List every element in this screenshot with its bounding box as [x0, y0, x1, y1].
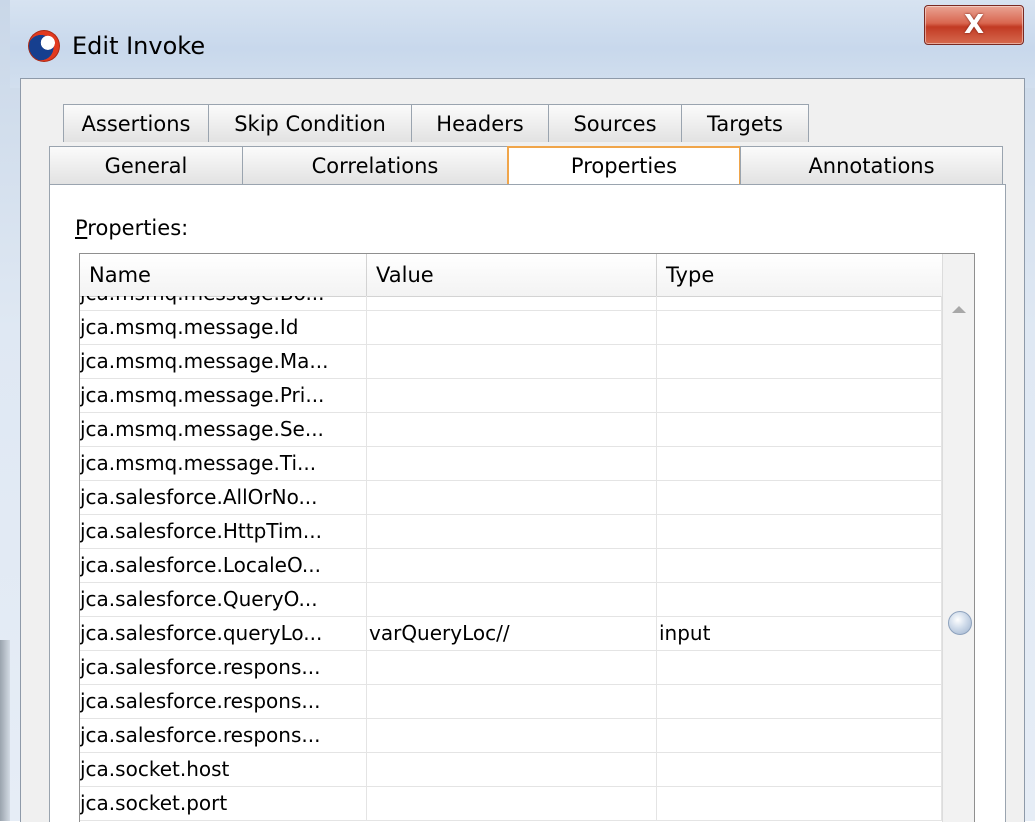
column-header-name[interactable]: Name [80, 254, 367, 296]
close-button[interactable]: X [924, 5, 1024, 45]
cell-name: jca.socket.port [80, 787, 367, 820]
table-row[interactable]: jca.salesforce.queryLo... varQueryLoc//in… [80, 617, 942, 651]
cell-name: jca.msmq.message.Se... [80, 413, 367, 446]
cell-type [657, 719, 942, 752]
cell-name: jca.salesforce.AllOrNo... [80, 481, 367, 514]
table-row[interactable]: jca.salesforce.HttpTim... [80, 515, 942, 549]
tab-row-back: Assertions Skip Condition Headers Source… [63, 104, 809, 142]
table-row[interactable]: jca.msmq.message.Bo... [80, 296, 942, 311]
cell-name: jca.salesforce.respons... [80, 719, 367, 752]
column-header-value[interactable]: Value [367, 254, 657, 296]
tab-assertions[interactable]: Assertions [63, 104, 209, 142]
tab-general[interactable]: General [49, 146, 243, 184]
cell-type [657, 753, 942, 786]
properties-table[interactable]: Name Value Type jca.msmq.message.Bo...jc… [79, 253, 975, 822]
cell-value [367, 549, 657, 582]
tab-row-front: General Correlations Properties Annotati… [49, 146, 1003, 184]
tab-targets[interactable]: Targets [681, 104, 809, 142]
table-row[interactable]: jca.msmq.message.Ma... [80, 345, 942, 379]
cell-name: jca.salesforce.respons... [80, 651, 367, 684]
table-row[interactable]: jca.salesforce.respons... [80, 651, 942, 685]
cell-value [367, 719, 657, 752]
table-row[interactable]: jca.msmq.message.Id [80, 311, 942, 345]
table-row[interactable]: jca.salesforce.LocaleO... [80, 549, 942, 583]
cell-value [367, 296, 657, 310]
table-row[interactable]: jca.salesforce.respons... [80, 685, 942, 719]
cell-type [657, 345, 942, 378]
cell-type: input [657, 617, 942, 650]
table-row[interactable]: jca.salesforce.QueryO... [80, 583, 942, 617]
table-row[interactable]: jca.socket.port [80, 787, 942, 821]
cell-type [657, 296, 942, 310]
cell-value: varQueryLoc// [367, 617, 657, 650]
tab-properties[interactable]: Properties [507, 146, 741, 184]
cell-name: jca.salesforce.LocaleO... [80, 549, 367, 582]
cell-value [367, 413, 657, 446]
column-header-type[interactable]: Type [657, 254, 942, 296]
cell-value [367, 787, 657, 820]
tab-correlations[interactable]: Correlations [242, 146, 508, 184]
properties-label-text: roperties: [87, 216, 189, 240]
table-body: jca.msmq.message.Bo...jca.msmq.message.I… [80, 296, 942, 822]
table-header: Name Value Type [80, 254, 942, 297]
scrollbar-thumb[interactable] [948, 611, 972, 636]
tab-annotations[interactable]: Annotations [740, 146, 1003, 184]
tab-skip-condition[interactable]: Skip Condition [208, 104, 412, 142]
close-icon: X [963, 10, 985, 40]
tab-sources[interactable]: Sources [548, 104, 682, 142]
cell-value [367, 651, 657, 684]
cell-value [367, 583, 657, 616]
table-row[interactable]: jca.salesforce.respons... [80, 719, 942, 753]
vertical-scrollbar[interactable] [942, 254, 974, 822]
cell-value [367, 345, 657, 378]
cell-type [657, 413, 942, 446]
cell-type [657, 379, 942, 412]
cell-type [657, 549, 942, 582]
cell-value [367, 311, 657, 344]
cell-value [367, 481, 657, 514]
cell-type [657, 311, 942, 344]
table-row[interactable]: jca.msmq.message.Se... [80, 413, 942, 447]
cell-name: jca.salesforce.respons... [80, 685, 367, 718]
cell-value [367, 447, 657, 480]
cell-name: jca.msmq.message.Ma... [80, 345, 367, 378]
cell-type [657, 787, 942, 820]
cell-type [657, 685, 942, 718]
cell-type [657, 481, 942, 514]
scroll-up-arrow-icon[interactable] [952, 306, 966, 313]
cell-name: jca.salesforce.queryLo... [80, 617, 367, 650]
cell-name: jca.salesforce.QueryO... [80, 583, 367, 616]
properties-label-mnemonic: P [75, 216, 88, 240]
cell-value [367, 685, 657, 718]
cell-value [367, 753, 657, 786]
table-row[interactable]: jca.socket.host [80, 753, 942, 787]
cell-name: jca.salesforce.HttpTim... [80, 515, 367, 548]
cell-type [657, 583, 942, 616]
cell-type [657, 447, 942, 480]
cell-name: jca.msmq.message.Ti... [80, 447, 367, 480]
table-row[interactable]: jca.salesforce.AllOrNo... [80, 481, 942, 515]
table-row[interactable]: jca.msmq.message.Pri... [80, 379, 942, 413]
window-title: Edit Invoke [72, 32, 206, 60]
tab-headers[interactable]: Headers [411, 104, 549, 142]
oracle-logo-icon [28, 30, 60, 62]
cell-name: jca.socket.host [80, 753, 367, 786]
cell-value [367, 515, 657, 548]
window-shadow [0, 640, 10, 821]
cell-name: jca.msmq.message.Bo... [80, 296, 367, 310]
cell-value [367, 379, 657, 412]
cell-name: jca.msmq.message.Pri... [80, 379, 367, 412]
table-row[interactable]: jca.msmq.message.Ti... [80, 447, 942, 481]
cell-name: jca.msmq.message.Id [80, 311, 367, 344]
cell-type [657, 651, 942, 684]
properties-label: Properties: [75, 216, 188, 240]
cell-type [657, 515, 942, 548]
table-rows: jca.msmq.message.Bo...jca.msmq.message.I… [80, 296, 942, 821]
